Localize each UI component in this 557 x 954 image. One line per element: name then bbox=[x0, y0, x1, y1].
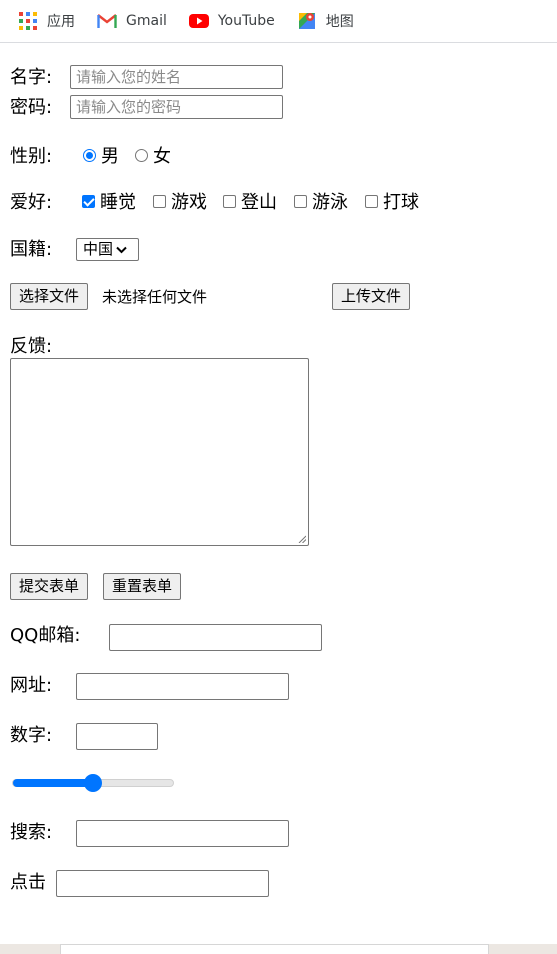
hobby-sleep-label: 睡觉 bbox=[100, 192, 136, 213]
click-label: 点击 bbox=[10, 872, 46, 893]
name-input[interactable] bbox=[70, 65, 283, 89]
gender-male-radio[interactable] bbox=[83, 149, 96, 162]
nationality-label: 国籍: bbox=[10, 239, 53, 260]
password-label: 密码: bbox=[10, 97, 53, 118]
url-input[interactable] bbox=[76, 673, 289, 700]
maps-icon bbox=[297, 11, 317, 31]
bookmark-maps[interactable]: 地图 bbox=[297, 11, 354, 31]
password-input[interactable] bbox=[70, 95, 283, 119]
bookmark-label: 地图 bbox=[325, 14, 354, 30]
hobby-sleep-checkbox[interactable] bbox=[82, 195, 95, 208]
file-status-text: 未选择任何文件 bbox=[102, 288, 208, 306]
hobby-hiking-label: 登山 bbox=[241, 192, 277, 213]
gender-male-label: 男 bbox=[101, 146, 119, 167]
hobby-games-checkbox[interactable] bbox=[153, 195, 166, 208]
hobby-swimming-label: 游泳 bbox=[312, 192, 348, 213]
upload-file-button[interactable]: 上传文件 bbox=[332, 283, 411, 310]
apps-grid-icon bbox=[18, 11, 38, 31]
submit-form-button[interactable]: 提交表单 bbox=[10, 573, 89, 600]
nationality-select[interactable]: 中国 bbox=[76, 238, 139, 261]
feedback-label: 反馈: bbox=[10, 336, 53, 357]
number-input[interactable] bbox=[76, 723, 158, 750]
email-input[interactable] bbox=[109, 624, 322, 651]
reset-form-button[interactable]: 重置表单 bbox=[103, 573, 182, 600]
bookmark-label: Gmail bbox=[126, 13, 167, 29]
hobby-ball-checkbox[interactable] bbox=[365, 195, 378, 208]
chevron-down-icon bbox=[116, 246, 127, 253]
bookmark-gmail[interactable]: Gmail bbox=[97, 11, 167, 31]
email-label: QQ邮箱: bbox=[10, 625, 81, 646]
hobby-hiking-checkbox[interactable] bbox=[223, 195, 236, 208]
youtube-icon bbox=[188, 11, 209, 31]
hobby-label: 爱好: bbox=[10, 192, 53, 213]
range-slider-thumb[interactable] bbox=[84, 774, 102, 792]
feedback-textarea[interactable] bbox=[10, 358, 309, 546]
bookmark-label: 应用 bbox=[47, 14, 75, 30]
search-label: 搜索: bbox=[10, 822, 53, 843]
bookmark-label: YouTube bbox=[217, 13, 275, 29]
url-label: 网址: bbox=[10, 675, 53, 696]
gender-label: 性别: bbox=[10, 146, 53, 167]
hobby-ball-label: 打球 bbox=[383, 192, 419, 213]
bottom-panel bbox=[60, 944, 489, 954]
choose-file-button[interactable]: 选择文件 bbox=[10, 283, 89, 310]
name-label: 名字: bbox=[10, 67, 53, 88]
search-input[interactable] bbox=[76, 820, 289, 847]
gender-female-radio[interactable] bbox=[135, 149, 148, 162]
bookmark-youtube[interactable]: YouTube bbox=[188, 11, 275, 31]
hobby-games-label: 游戏 bbox=[171, 192, 207, 213]
bookmark-apps[interactable]: 应用 bbox=[18, 11, 75, 31]
number-label: 数字: bbox=[10, 725, 53, 746]
click-input[interactable] bbox=[56, 870, 269, 897]
bookmarks-bar: 应用 Gmail YouTube 地图 bbox=[0, 0, 557, 43]
gender-female-label: 女 bbox=[153, 146, 171, 167]
resize-grip-icon[interactable] bbox=[298, 535, 306, 543]
hobby-swimming-checkbox[interactable] bbox=[294, 195, 307, 208]
range-slider-fill bbox=[13, 779, 94, 787]
nationality-value: 中国 bbox=[83, 240, 114, 258]
gmail-icon bbox=[97, 11, 117, 31]
